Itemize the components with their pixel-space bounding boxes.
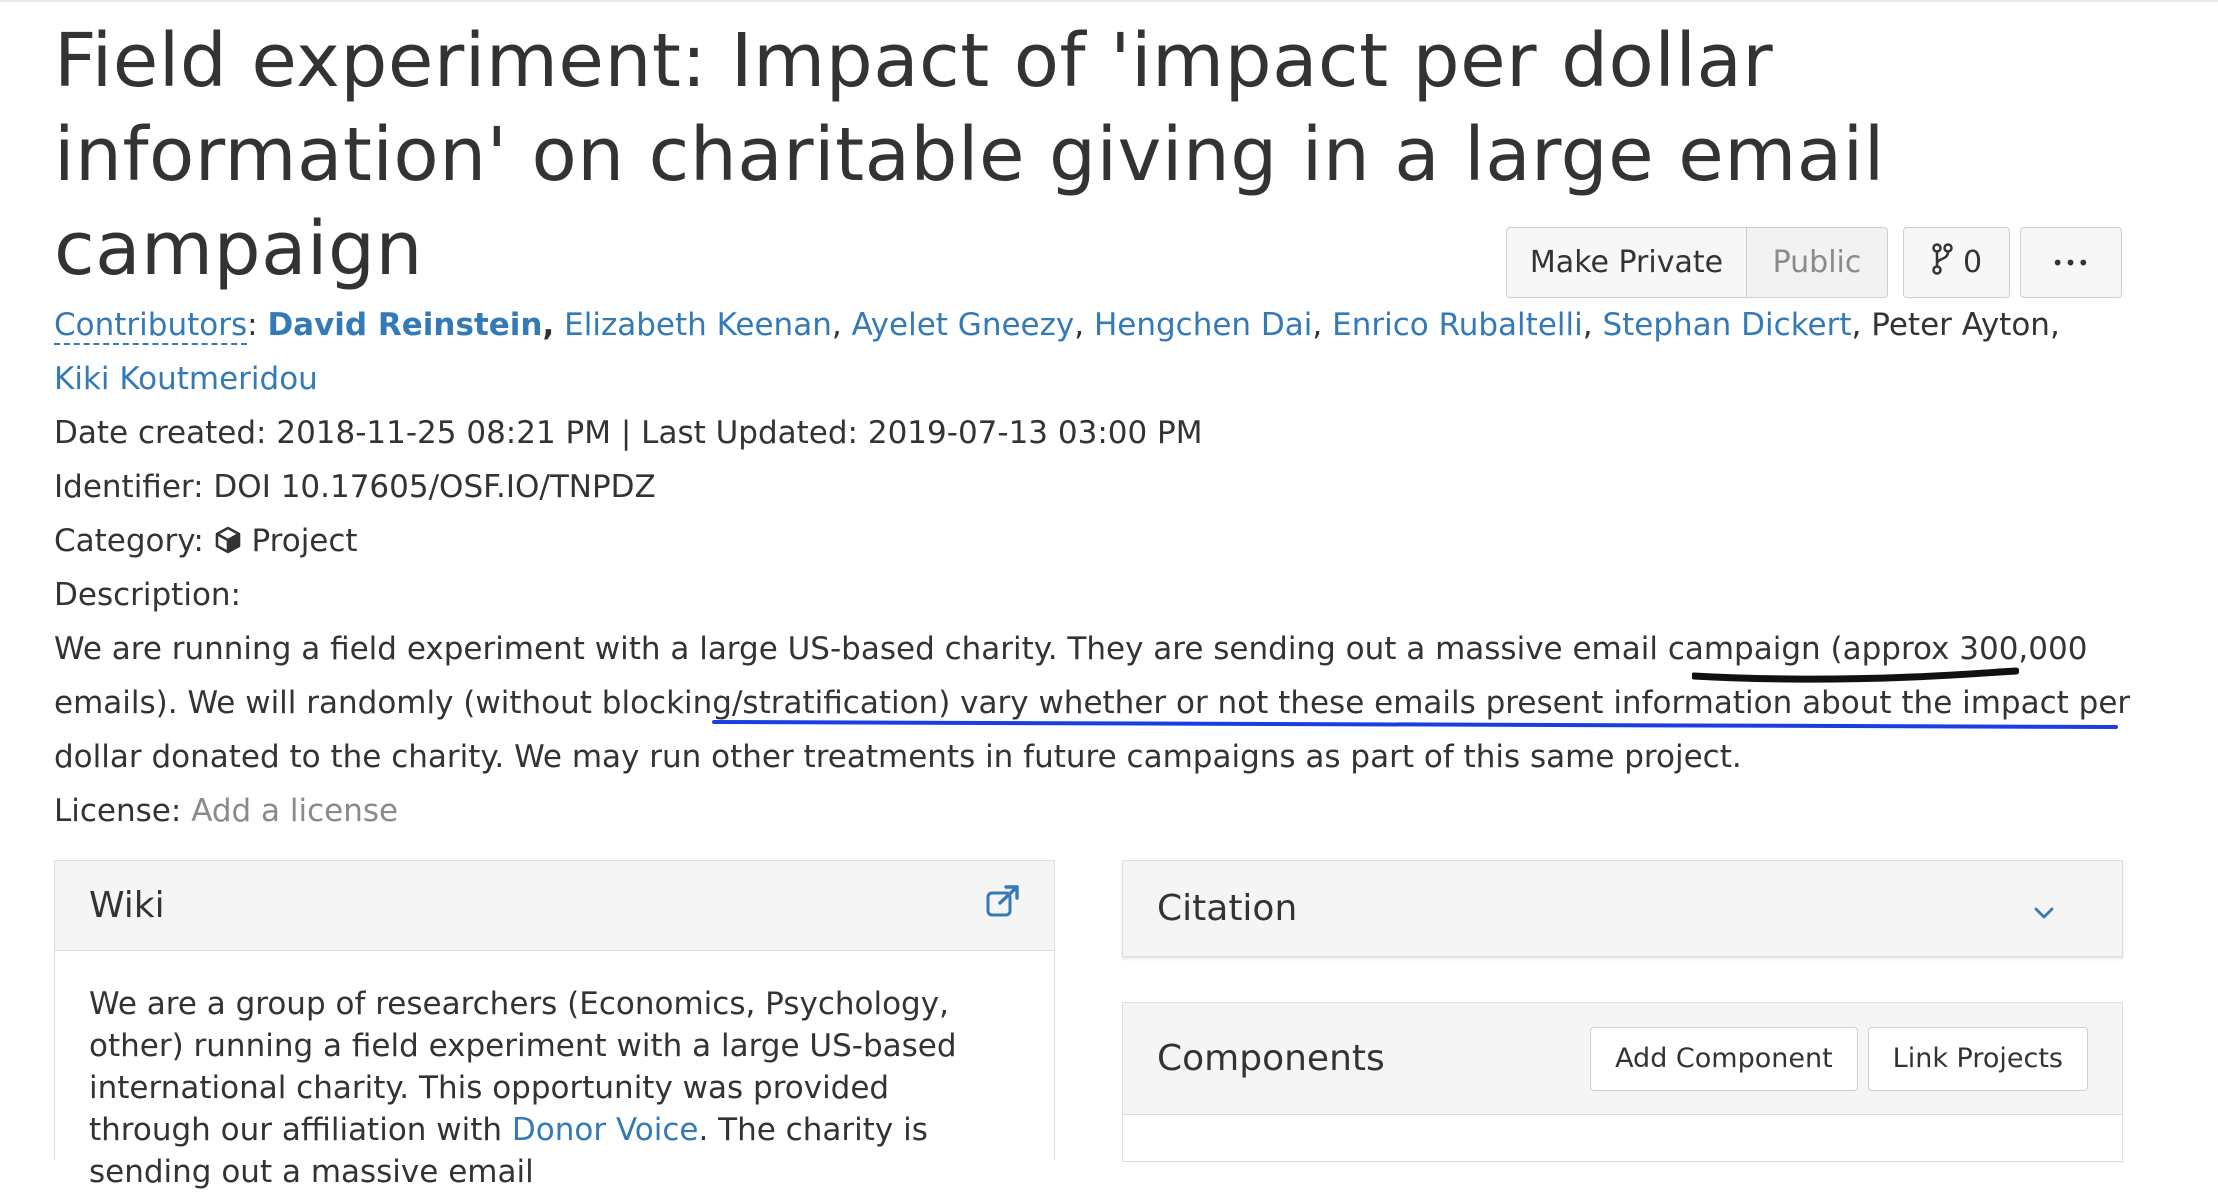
add-license-link[interactable]: Add a license [191,793,398,829]
description-text: We are running a field experiment with a… [54,622,2154,784]
dates-row: Date created: 2018-11-25 08:21 PM | Last… [54,406,2174,460]
category-value: Project [251,523,358,559]
components-panel-header: Components Add Component Link Projects [1123,1003,2122,1115]
date-created-label: Date created: [54,415,267,451]
project-actions: Make Private Public 0 ••• [1506,227,2122,298]
last-updated-value: 2019-07-13 03:00 PM [867,415,1203,451]
description-segment: We are running a field experiment with a… [54,631,1843,667]
contributor-name: Peter Ayton [1871,307,2050,343]
chevron-down-icon[interactable] [2034,888,2054,929]
category-label: Category: [54,523,204,559]
visibility-toggle: Make Private Public [1506,227,1888,298]
make-private-button[interactable]: Make Private [1506,227,1747,298]
components-panel: Components Add Component Link Projects [1122,1002,2123,1162]
wiki-title: Wiki [89,885,165,926]
donor-voice-link[interactable]: Donor Voice [512,1112,699,1148]
identifier-value: DOI 10.17605/OSF.IO/TNPDZ [213,469,656,505]
components-actions: Add Component Link Projects [1590,1026,2088,1091]
citation-panel[interactable]: Citation [1122,860,2123,957]
cube-icon [214,517,242,571]
description-segment: ). We will randomly (without blocking/st… [155,685,961,721]
category-row: Category: Project [54,514,2174,571]
fork-count: 0 [1962,245,1983,280]
date-created-value: 2018-11-25 08:21 PM [276,415,611,451]
wiki-panel: Wiki We are a group of researchers (Econ… [54,860,1055,1190]
license-label: License: [54,793,182,829]
link-projects-button[interactable]: Link Projects [1867,1026,2088,1091]
fork-icon [1931,242,1953,283]
description-segment: charity. We may run other treatments in … [381,739,1742,775]
components-title: Components [1157,1038,1385,1079]
license-row: License: Add a license [54,784,2174,838]
public-button[interactable]: Public [1747,227,1888,298]
add-component-button[interactable]: Add Component [1590,1026,1858,1091]
identifier-row: Identifier: DOI 10.17605/OSF.IO/TNPDZ [54,460,2174,514]
contributor-link[interactable]: Elizabeth Keenan [564,307,832,343]
contributor-link[interactable]: Ayelet Gneezy [852,307,1075,343]
contributor-link[interactable]: Enrico Rubaltelli [1332,307,1583,343]
ink-underline-blue [712,720,2118,729]
date-separator: | [620,415,632,451]
citation-title: Citation [1157,888,1298,929]
contributor-link[interactable]: Hengchen Dai [1094,307,1312,343]
ink-underline-black [1692,667,2019,683]
citation-panel-header: Citation [1123,861,2122,956]
fork-button[interactable]: 0 [1903,227,2010,298]
more-options-button[interactable]: ••• [2020,227,2122,298]
top-divider [0,0,2218,2]
description-label: Description: [54,577,241,613]
wiki-panel-header: Wiki [55,861,1054,951]
external-link-icon[interactable] [986,885,1020,926]
wiki-content: We are a group of researchers (Economics… [55,951,1054,1193]
contributor-link[interactable]: David Reinstein [267,307,542,343]
contributors-list: Contributors: David Reinstein, Elizabeth… [54,307,2060,397]
last-updated-label: Last Updated: [641,415,858,451]
identifier-label: Identifier: [54,469,204,505]
contributor-link[interactable]: Kiki Koutmeridou [54,361,318,397]
contributors-link[interactable]: Contributors [54,307,248,345]
contributor-link[interactable]: Stephan Dickert [1602,307,1851,343]
